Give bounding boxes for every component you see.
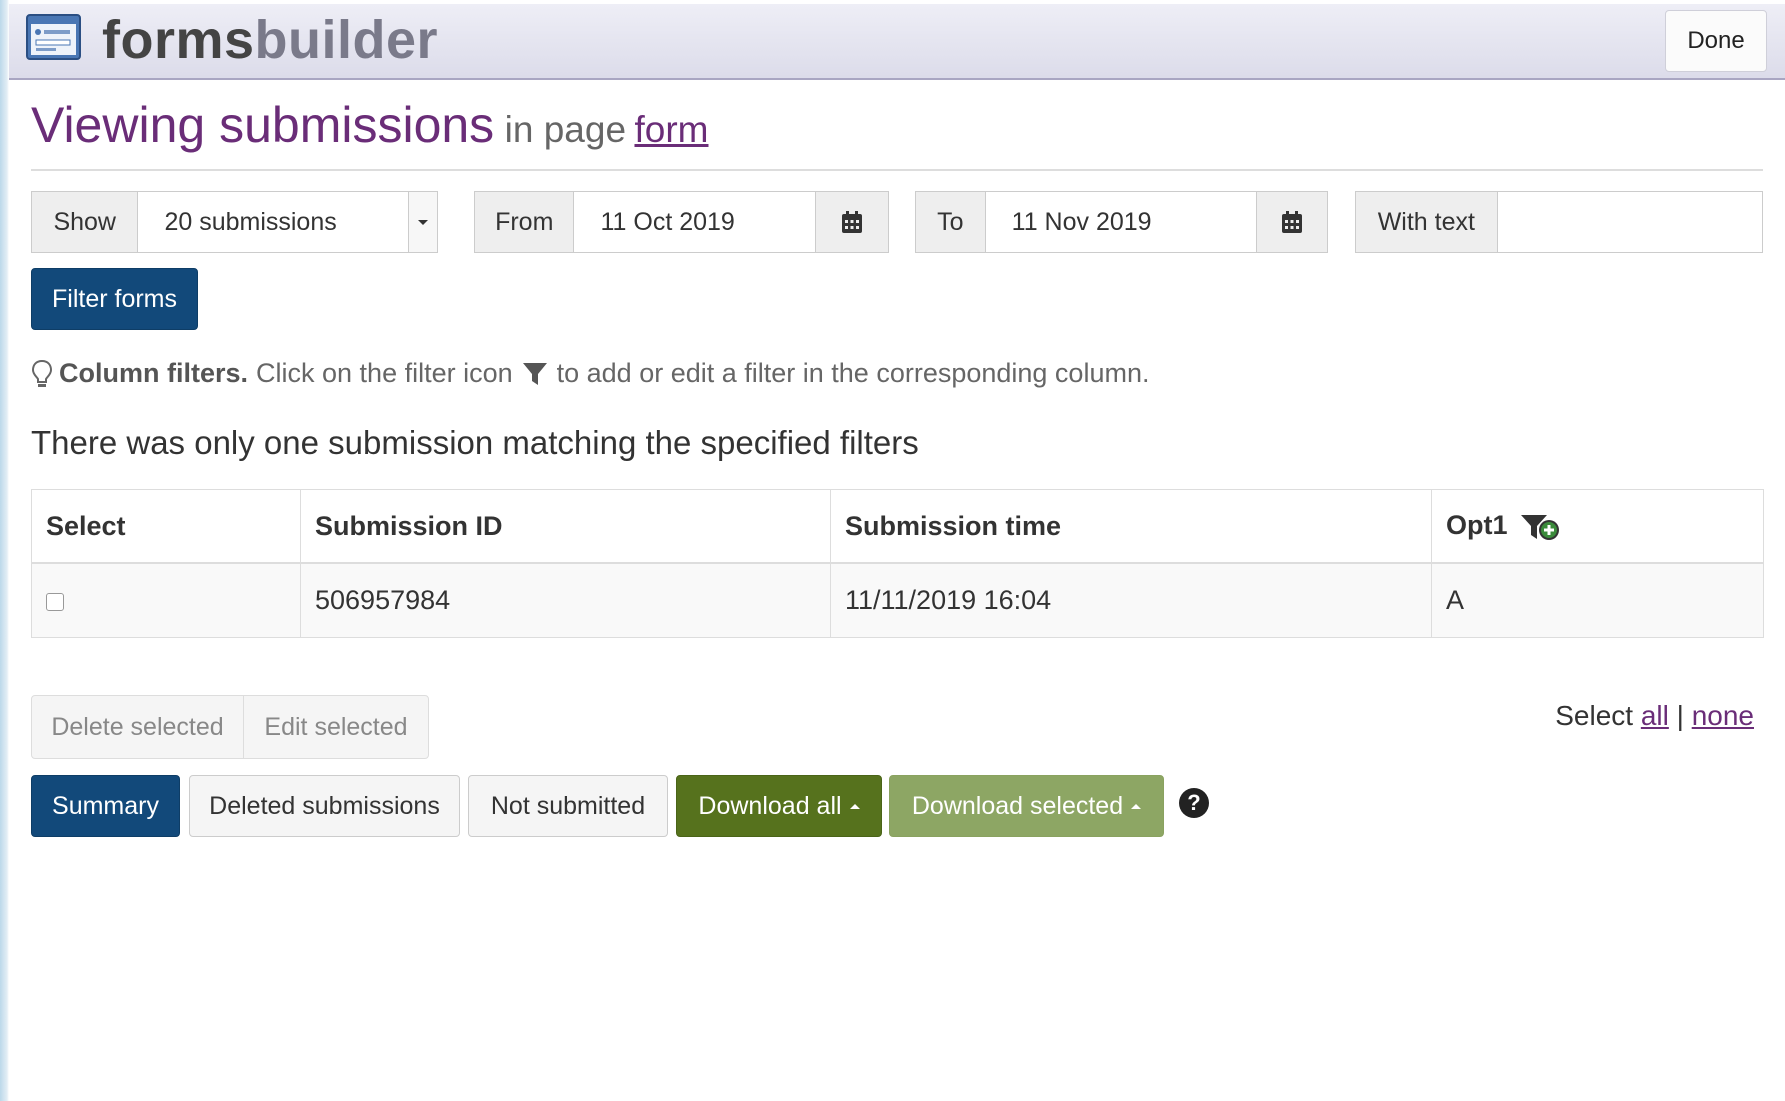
title-divider: [31, 169, 1763, 171]
caret-up-icon: [1131, 803, 1142, 809]
to-calendar-button[interactable]: [1256, 192, 1327, 252]
from-calendar-button[interactable]: [815, 192, 888, 252]
delete-selected-button[interactable]: Delete selected: [32, 696, 243, 758]
submissions-table: Select Submission ID Submission time Opt…: [31, 489, 1764, 638]
from-date-filter: From 11 Oct 2019: [474, 191, 889, 253]
caret-up-icon: [849, 803, 860, 809]
row-select-cell: [31, 562, 301, 638]
row-checkbox[interactable]: [46, 592, 64, 611]
select-all-link[interactable]: all: [1641, 700, 1669, 731]
selection-actions: Delete selected Edit selected: [31, 695, 429, 759]
page-form-link[interactable]: form: [634, 109, 708, 150]
show-dropdown-toggle[interactable]: [408, 192, 437, 252]
chevron-down-icon: [418, 219, 429, 225]
select-none-link[interactable]: none: [1692, 700, 1754, 731]
summary-button[interactable]: Summary: [31, 775, 180, 837]
not-submitted-button[interactable]: Not submitted: [468, 775, 668, 837]
show-label: Show: [32, 192, 139, 252]
column-header-select: Select: [31, 489, 301, 564]
from-label: From: [475, 192, 575, 252]
edit-selected-button[interactable]: Edit selected: [244, 696, 428, 758]
top-bar: formsbuilder Done: [9, 4, 1785, 80]
column-header-submission-id[interactable]: Submission ID: [300, 489, 831, 564]
download-all-label: Download all: [698, 791, 842, 820]
app-brand: formsbuilder: [102, 8, 438, 72]
opt1-cell: A: [1431, 562, 1764, 638]
filter-icon: [522, 362, 547, 385]
submission-id-cell: 506957984: [300, 562, 831, 638]
with-text-label: With text: [1356, 192, 1498, 252]
select-separator: |: [1676, 700, 1684, 731]
submission-time-cell: 11/11/2019 16:04: [830, 562, 1432, 638]
text-filter: With text: [1355, 191, 1763, 253]
table-header-row: Select Submission ID Submission time Opt…: [31, 489, 1764, 564]
select-prefix: Select: [1555, 700, 1634, 731]
done-button[interactable]: Done: [1665, 10, 1767, 72]
download-all-button[interactable]: Download all: [676, 775, 882, 837]
table-row: 506957984 11/11/2019 16:04 A: [31, 562, 1764, 638]
help-icon[interactable]: ?: [1179, 788, 1209, 818]
column-header-opt1: Opt1: [1431, 489, 1764, 564]
forms-logo-icon: [26, 14, 81, 60]
download-selected-label: Download selected: [911, 791, 1124, 820]
brand-part-builder: builder: [254, 10, 439, 70]
add-filter-icon[interactable]: [1519, 512, 1563, 542]
page-title-main: Viewing submissions: [31, 97, 495, 153]
show-filter: Show 20 submissions: [31, 191, 438, 253]
deleted-submissions-button[interactable]: Deleted submissions: [189, 775, 460, 837]
to-label: To: [916, 192, 986, 252]
select-all-none: Select all | none: [1555, 700, 1754, 732]
with-text-input[interactable]: [1498, 192, 1762, 252]
calendar-icon: [1282, 211, 1303, 233]
calendar-icon: [842, 211, 863, 233]
column-header-submission-time[interactable]: Submission time: [830, 489, 1432, 564]
hint-bold: Column filters.: [59, 358, 249, 388]
result-count-text: There was only one submission matching t…: [31, 424, 919, 461]
from-date-input[interactable]: 11 Oct 2019: [574, 192, 815, 252]
download-selected-button[interactable]: Download selected: [889, 775, 1164, 837]
hint-text-before: Click on the filter icon: [256, 358, 513, 388]
lightbulb-icon: [31, 359, 53, 387]
opt1-header-label: Opt1: [1446, 510, 1508, 541]
page-title: Viewing submissions in page form: [31, 96, 708, 154]
to-date-input[interactable]: 11 Nov 2019: [986, 192, 1257, 252]
show-select[interactable]: 20 submissions: [138, 192, 408, 252]
column-filters-hint: Column filters. Click on the filter icon…: [31, 358, 1149, 389]
filter-forms-button[interactable]: Filter forms: [31, 268, 198, 330]
page: formsbuilder Done Viewing submissions in…: [9, 0, 1785, 1101]
brand-part-forms: forms: [102, 10, 255, 70]
hint-text-after: to add or edit a filter in the correspon…: [556, 358, 1150, 388]
to-date-filter: To 11 Nov 2019: [915, 191, 1328, 253]
page-title-sub: in page: [504, 109, 627, 150]
